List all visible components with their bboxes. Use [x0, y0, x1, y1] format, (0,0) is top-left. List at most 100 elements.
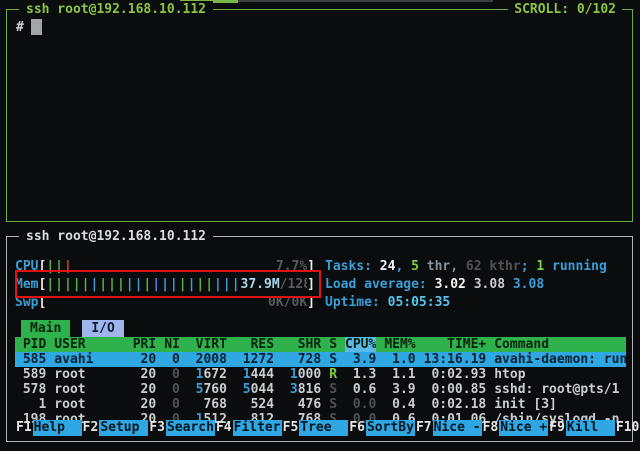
- function-key-bar: F1HelpF2SetupF3SearchF4FilterF5TreeF6Sor…: [15, 420, 626, 436]
- cell-pid: 578: [15, 382, 46, 397]
- fkey-key-label: F6: [348, 420, 366, 436]
- tab-main[interactable]: Main: [21, 320, 70, 337]
- cell-res: 1444: [235, 367, 274, 382]
- fkey-action-label: Help: [33, 420, 82, 436]
- cell-res: 524: [235, 397, 274, 412]
- fkey-action-label: Search: [166, 420, 215, 436]
- cell-time: 0:02.18: [424, 397, 487, 412]
- cell-time: 0:02.93: [424, 367, 487, 382]
- process-row[interactable]: 585avahi20020081272728S3.91.013:16.19ava…: [15, 352, 626, 367]
- cell-s: R: [329, 367, 337, 382]
- cell-cmd: init [3]: [494, 397, 626, 412]
- cell-time: 13:16.19: [424, 352, 487, 367]
- column-header-time[interactable]: TIME+: [424, 337, 487, 352]
- htop-screen-tabs: Main I/O: [15, 320, 626, 337]
- cell-mem: 3.9: [384, 382, 415, 397]
- cell-s: S: [329, 382, 337, 397]
- cell-pri: 20: [133, 367, 156, 382]
- fkey-nice[interactable]: F8Nice +: [482, 420, 549, 436]
- fkey-nice[interactable]: F7Nice -: [415, 420, 482, 436]
- fkey-filter[interactable]: F4Filter: [215, 420, 282, 436]
- cell-pri: 20: [133, 352, 156, 367]
- fkey-key-label: F9: [548, 420, 566, 436]
- column-header-res[interactable]: RES: [235, 337, 274, 352]
- fkey-key-label: F10: [615, 420, 640, 436]
- table-header-row: PID USER PRI NI VIRT RES SHR S CPU% MEM% TIME+ Comm…: [15, 337, 626, 352]
- process-row[interactable]: 1root200768524476S0.00.40:02.18init [3]: [15, 397, 626, 412]
- fkey-action-label: Kill: [566, 420, 615, 436]
- tab-io[interactable]: I/O: [82, 320, 123, 337]
- cell-shr: 476: [282, 397, 321, 412]
- fkey-setup[interactable]: F2Setup: [82, 420, 149, 436]
- htop-summary: Tasks: 24, 5 thr, 62 kthr; 1 running Loa…: [325, 258, 607, 312]
- column-header-mem[interactable]: MEM%: [384, 337, 415, 352]
- column-header-ni[interactable]: NI: [164, 337, 180, 352]
- pane-title: ssh root@192.168.10.112: [19, 1, 213, 18]
- cpu-meter-label: CPU: [15, 258, 38, 276]
- cell-cmd: sshd: root@pts/1: [494, 382, 626, 397]
- fkey-quit[interactable]: F10Quit: [615, 420, 640, 436]
- uptime: Uptime: 05:05:35: [325, 294, 607, 312]
- mem-used-value: 37.9M: [241, 277, 280, 292]
- cpu-meter: CPU[ |||7.7%]: [15, 258, 315, 276]
- fkey-key-label: F1: [15, 420, 33, 436]
- process-row[interactable]: 578root200576050443816S0.63.90:00.85sshd…: [15, 382, 626, 397]
- load-average: Load average: 3.02 3.08 3.08: [325, 276, 607, 294]
- mem-meter-ticks: ||||||||||||||||||||||: [46, 276, 240, 294]
- process-row[interactable]: 589root200167214441000R1.31.10:02.93htop: [15, 367, 626, 382]
- bracket: [: [38, 258, 46, 276]
- fkey-tree[interactable]: F5Tree: [282, 420, 349, 436]
- fkey-key-label: F8: [482, 420, 500, 436]
- htop-meters: CPU[ |||7.7%] Mem[ |||||||||||||||||||||…: [15, 258, 315, 312]
- cpu-meter-ticks: |||: [46, 258, 72, 276]
- column-header-pid[interactable]: PID: [15, 337, 46, 352]
- cell-res: 1272: [235, 352, 274, 367]
- terminal-screen: ssh root@192.168.10.112 SCROLL: 0/102 # …: [0, 0, 640, 451]
- pane-ssh-shell[interactable]: ssh root@192.168.10.112 SCROLL: 0/102 #: [6, 9, 633, 222]
- swap-meter-label: Swp: [15, 294, 38, 312]
- fkey-action-label: Nice -: [433, 420, 482, 436]
- fkey-kill[interactable]: F9Kill: [548, 420, 615, 436]
- cell-s: S: [329, 397, 337, 412]
- mem-meter: Mem[ ||||||||||||||||||||||37.9M/128M]: [15, 276, 315, 294]
- bracket: [: [38, 276, 46, 294]
- fkey-action-label: Filter: [233, 420, 282, 436]
- fkey-key-label: F5: [282, 420, 300, 436]
- fkey-key-label: F7: [415, 420, 433, 436]
- cell-virt: 768: [188, 397, 227, 412]
- column-header-pri[interactable]: PRI: [133, 337, 156, 352]
- fkey-key-label: F2: [82, 420, 100, 436]
- cell-pri: 20: [133, 397, 156, 412]
- cell-virt: 1672: [188, 367, 227, 382]
- cell-shr: 1000: [282, 367, 321, 382]
- column-header-user[interactable]: USER: [54, 337, 124, 352]
- cell-ni: 0: [164, 367, 180, 382]
- column-header-shr[interactable]: SHR: [282, 337, 321, 352]
- fkey-sortby[interactable]: F6SortBy: [348, 420, 415, 436]
- column-header-s[interactable]: S: [329, 337, 337, 352]
- cell-cpu: 3.9: [345, 352, 376, 367]
- column-header-cpu[interactable]: CPU%: [345, 337, 376, 352]
- cell-ni: 0: [164, 352, 180, 367]
- shell-prompt-line[interactable]: #: [16, 19, 42, 35]
- cell-cmd: htop: [494, 367, 626, 382]
- column-header-cmd[interactable]: Command: [494, 337, 626, 352]
- fkey-help[interactable]: F1Help: [15, 420, 82, 436]
- cell-user: avahi: [54, 352, 124, 367]
- swap-meter: Swp[ 0K/0K]: [15, 294, 315, 312]
- cell-s: S: [329, 352, 337, 367]
- bracket: ]: [307, 258, 315, 276]
- cell-mem: 1.0: [384, 352, 415, 367]
- pane-ssh-htop[interactable]: ssh root@192.168.10.112 CPU[ |||7.7%] Me…: [6, 236, 633, 442]
- fkey-search[interactable]: F3Search: [148, 420, 215, 436]
- cell-virt: 2008: [188, 352, 227, 367]
- column-header-virt[interactable]: VIRT: [188, 337, 227, 352]
- cell-pri: 20: [133, 382, 156, 397]
- cell-pid: 589: [15, 367, 46, 382]
- cell-res: 5044: [235, 382, 274, 397]
- mem-meter-label: Mem: [15, 276, 38, 294]
- cell-cpu: 1.3: [345, 367, 376, 382]
- top-edge-gray-fragment: [238, 0, 493, 2]
- cell-pid: 585: [15, 352, 46, 367]
- cell-shr: 3816: [282, 382, 321, 397]
